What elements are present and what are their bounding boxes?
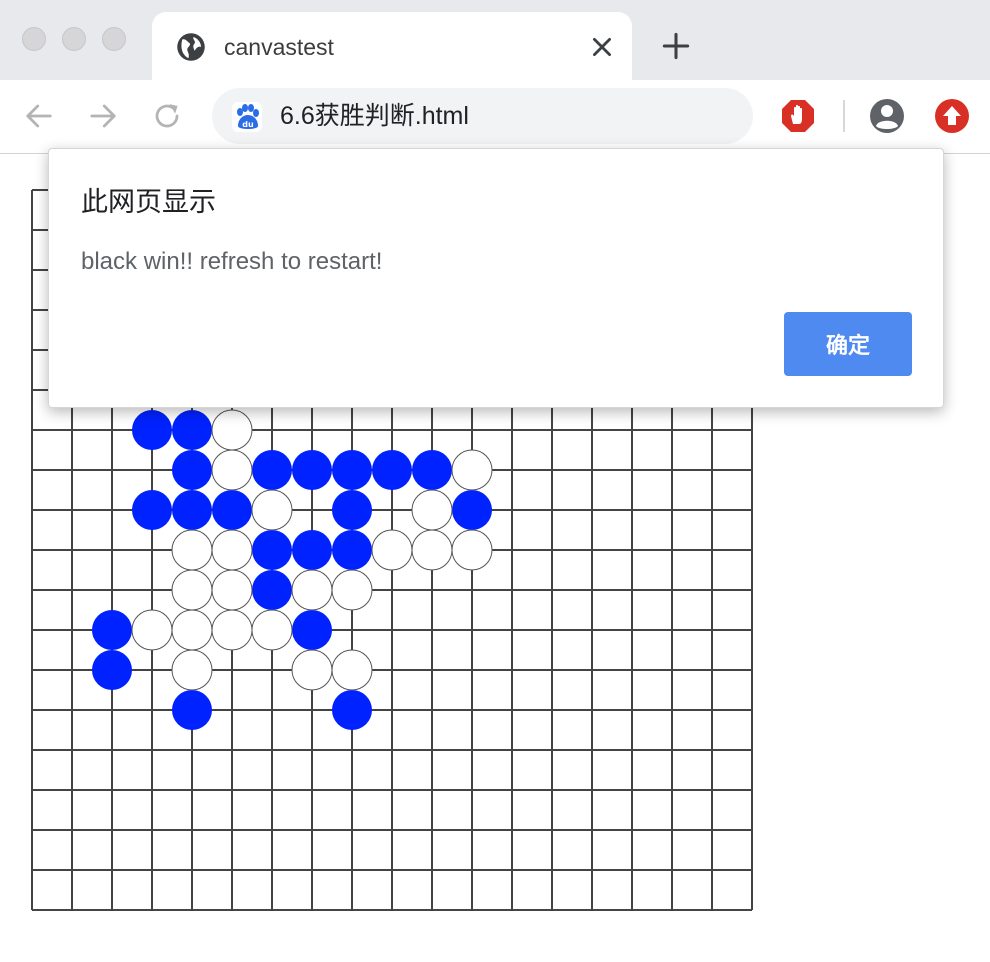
white-stone — [451, 449, 493, 491]
white-stone — [291, 569, 333, 611]
black-stone — [172, 450, 212, 490]
tab-canvastest[interactable]: canvastest — [152, 12, 632, 81]
minimize-window-button[interactable] — [62, 27, 86, 51]
tab-strip: canvastest — [0, 0, 990, 81]
baidu-paw-icon: du — [232, 102, 262, 132]
white-stone — [211, 409, 253, 451]
white-stone — [211, 609, 253, 651]
url-text: 6.6获胜判断.html — [280, 102, 469, 130]
white-stone — [211, 569, 253, 611]
black-stone — [252, 530, 292, 570]
black-stone — [332, 690, 372, 730]
white-stone — [171, 649, 213, 691]
black-stone — [292, 610, 332, 650]
black-stone — [212, 490, 252, 530]
white-stone — [411, 529, 453, 571]
arrow-right-icon[interactable] — [88, 101, 118, 131]
white-stone — [371, 529, 413, 571]
black-stone — [252, 450, 292, 490]
black-stone — [172, 690, 212, 730]
white-stone — [171, 609, 213, 651]
dialog-title: 此网页显示 — [81, 187, 216, 217]
white-stone — [291, 649, 333, 691]
plus-icon[interactable] — [662, 32, 690, 60]
tab-title: canvastest — [224, 34, 334, 60]
black-stone — [252, 570, 292, 610]
arrow-left-icon[interactable] — [24, 101, 54, 131]
svg-text:du: du — [242, 120, 254, 129]
white-stone — [171, 529, 213, 571]
upload-arrow-icon[interactable] — [934, 98, 970, 134]
account-circle-icon[interactable] — [869, 98, 905, 134]
alert-dialog: 此网页显示 black win!! refresh to restart! 确定 — [48, 148, 944, 408]
black-stone — [132, 410, 172, 450]
white-stone — [451, 529, 493, 571]
white-stone — [211, 529, 253, 571]
black-stone — [292, 450, 332, 490]
white-stone — [251, 489, 293, 531]
black-stone — [452, 490, 492, 530]
white-stone — [211, 449, 253, 491]
black-stone — [92, 650, 132, 690]
address-bar[interactable]: du 6.6获胜判断.html — [212, 88, 753, 144]
black-stone — [292, 530, 332, 570]
zoom-window-button[interactable] — [102, 27, 126, 51]
black-stone — [412, 450, 452, 490]
white-stone — [331, 569, 373, 611]
black-stone — [332, 530, 372, 570]
black-stone — [172, 410, 212, 450]
black-stone — [132, 490, 172, 530]
close-icon[interactable] — [589, 34, 615, 60]
toolbar: du 6.6获胜判断.html — [0, 80, 990, 154]
black-stone — [172, 490, 212, 530]
white-stone — [251, 609, 293, 651]
white-stone — [131, 609, 173, 651]
reload-icon[interactable] — [152, 101, 182, 131]
white-stone — [411, 489, 453, 531]
ok-button[interactable]: 确定 — [784, 312, 912, 376]
toolbar-separator — [843, 100, 845, 132]
close-window-button[interactable] — [22, 27, 46, 51]
globe-icon — [177, 33, 205, 61]
black-stone — [332, 490, 372, 530]
white-stone — [331, 649, 373, 691]
black-stone — [372, 450, 412, 490]
white-stone — [171, 569, 213, 611]
dialog-message: black win!! refresh to restart! — [81, 248, 383, 275]
adblock-hand-icon[interactable] — [780, 98, 816, 134]
black-stone — [92, 610, 132, 650]
black-stone — [332, 450, 372, 490]
